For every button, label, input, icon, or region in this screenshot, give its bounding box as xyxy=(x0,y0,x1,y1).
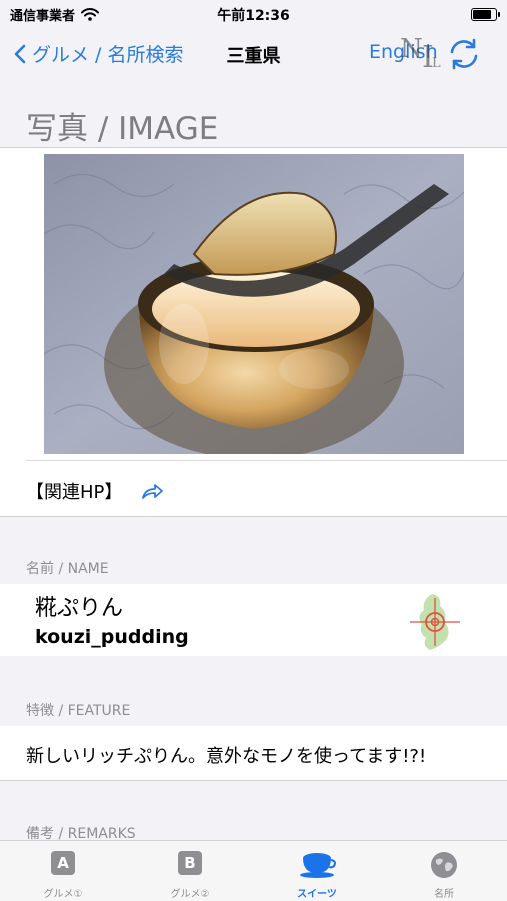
status-bar: 通信事業者 午前12:36 xyxy=(0,0,507,28)
navigation-bar: グルメ / 名所検索 三重県 English N I L xyxy=(0,28,507,78)
name-cell: 糀ぷりん kouzi_pudding xyxy=(0,584,507,656)
logo: N I L xyxy=(400,34,450,76)
cell-separator xyxy=(26,460,507,461)
share-arrow-icon xyxy=(142,484,164,499)
status-time: 午前12:36 xyxy=(217,8,290,24)
tab-bar: A グルメ① B グルメ② スイーツ 名所 xyxy=(0,840,507,901)
related-hp-link[interactable]: 【関連HP】 xyxy=(26,478,164,504)
logo-letter-l: L xyxy=(432,56,441,71)
related-hp-label: 【関連HP】 xyxy=(26,482,123,503)
teacup-icon xyxy=(300,853,336,878)
tab-sweets[interactable]: スイーツ xyxy=(254,841,380,901)
photo-cell: 【関連HP】 xyxy=(0,148,507,516)
tab-places[interactable]: 名所 xyxy=(381,841,507,901)
name-section-header: 名前 / NAME xyxy=(26,561,109,577)
feature-text: 新しいリッチぷりん。意外なモノを使ってます!?! xyxy=(26,746,427,767)
back-button-label: グルメ / 名所検索 xyxy=(32,44,184,66)
back-button[interactable]: グルメ / 名所検索 xyxy=(14,40,183,67)
map-target-icon[interactable] xyxy=(408,592,462,652)
logo-letter-n: N xyxy=(400,34,423,64)
divider xyxy=(0,516,507,517)
chevron-left-icon xyxy=(14,44,26,63)
name-english: kouzi_pudding xyxy=(35,626,189,648)
tab-label: スイーツ xyxy=(297,889,337,900)
feature-section-header: 特徴 / FEATURE xyxy=(26,703,131,719)
tab-label: グルメ① xyxy=(43,889,83,900)
letter-b-icon: B xyxy=(178,851,202,875)
name-japanese: 糀ぷりん xyxy=(35,596,124,621)
tab-gourmet-2[interactable]: B グルメ② xyxy=(127,841,253,901)
globe-icon xyxy=(431,852,457,878)
refresh-icon[interactable] xyxy=(446,36,482,72)
tab-label: 名所 xyxy=(434,889,454,900)
image-section-title: 写真 / IMAGE xyxy=(26,111,219,147)
battery-icon xyxy=(471,8,500,21)
pudding-photo xyxy=(44,154,464,454)
tab-label: グルメ② xyxy=(170,889,210,900)
letter-a-icon: A xyxy=(51,851,75,875)
battery-fill xyxy=(473,10,491,19)
divider xyxy=(0,780,507,781)
tab-gourmet-1[interactable]: A グルメ① xyxy=(0,841,126,901)
feature-cell: 新しいリッチぷりん。意外なモノを使ってます!?! xyxy=(0,726,507,780)
